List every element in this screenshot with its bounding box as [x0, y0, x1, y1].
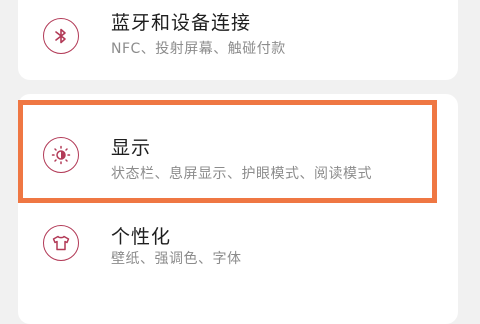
- tshirt-icon: [43, 225, 79, 261]
- settings-item-display[interactable]: 显示 状态栏、息屏显示、护眼模式、阅读模式: [0, 115, 480, 191]
- bluetooth-icon: [43, 18, 79, 54]
- settings-item-subtitle: 壁纸、强调色、字体: [111, 251, 242, 267]
- settings-item-bluetooth[interactable]: 蓝牙和设备连接 NFC、投射屏幕、触碰付款: [0, 0, 480, 76]
- settings-item-personalization[interactable]: 个性化 壁纸、强调色、字体: [0, 222, 480, 298]
- settings-item-subtitle: 状态栏、息屏显示、护眼模式、阅读模式: [111, 166, 372, 182]
- brightness-icon: [43, 137, 79, 173]
- settings-item-title: 显示: [111, 137, 152, 159]
- settings-item-title: 个性化: [111, 226, 172, 248]
- settings-item-title: 蓝牙和设备连接: [111, 12, 252, 34]
- settings-item-subtitle: NFC、投射屏幕、触碰付款: [111, 41, 286, 57]
